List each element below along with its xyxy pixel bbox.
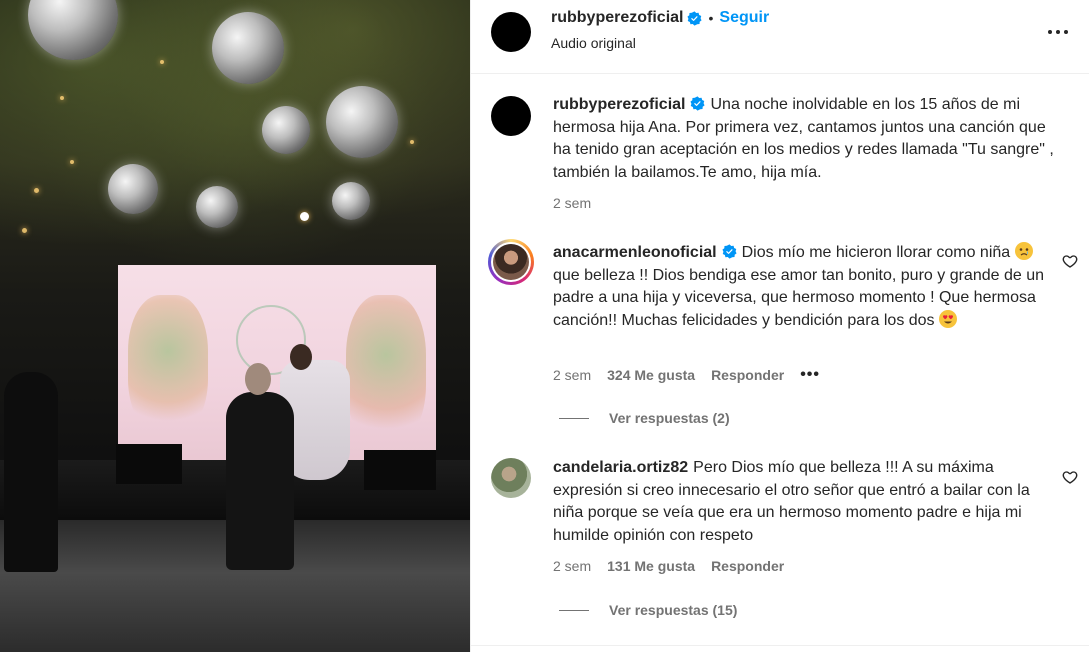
more-options-icon[interactable] bbox=[1046, 20, 1070, 44]
light bbox=[300, 212, 309, 221]
flower-decoration bbox=[346, 295, 426, 445]
father-head bbox=[245, 363, 271, 395]
light bbox=[22, 228, 27, 233]
speaker bbox=[364, 450, 436, 490]
comment-author[interactable]: anacarmenleonoficial bbox=[553, 244, 717, 261]
like-heart-icon[interactable] bbox=[1062, 253, 1078, 269]
like-heart-icon[interactable] bbox=[1062, 469, 1078, 485]
light bbox=[70, 160, 74, 164]
avatar-photo bbox=[493, 244, 529, 280]
view-replies-button[interactable]: Ver respuestas (15) bbox=[559, 602, 737, 618]
replies-line bbox=[559, 609, 589, 611]
light bbox=[160, 60, 164, 64]
comment-meta: 2 sem 324 Me gusta Responder ••• bbox=[553, 366, 836, 384]
comment-likes[interactable]: 324 Me gusta bbox=[607, 367, 695, 383]
comment-text: que belleza !! Dios bendiga ese amor tan… bbox=[553, 266, 1044, 329]
light bbox=[34, 188, 39, 193]
speaker bbox=[116, 444, 182, 484]
comment-body: anacarmenleonoficial Dios mío me hiciero… bbox=[553, 242, 1058, 332]
crying-face-icon bbox=[1014, 242, 1033, 260]
comment-time[interactable]: 2 sem bbox=[553, 558, 591, 574]
avatar[interactable] bbox=[491, 458, 531, 498]
avatar[interactable] bbox=[488, 239, 534, 285]
disco-ball bbox=[212, 12, 284, 84]
light bbox=[410, 140, 414, 144]
comment-time[interactable]: 2 sem bbox=[553, 367, 591, 383]
follow-button[interactable]: Seguir bbox=[719, 9, 769, 27]
verified-badge-icon bbox=[690, 96, 706, 111]
caption-meta: 2 sem bbox=[553, 195, 607, 211]
flower-decoration bbox=[128, 295, 208, 435]
verified-badge-icon bbox=[722, 244, 737, 259]
disco-ball bbox=[108, 164, 158, 214]
author-row: rubbyperezoficial • Seguir bbox=[551, 9, 769, 27]
quinceanera-head bbox=[290, 344, 312, 370]
caption-body: rubbyperezoficial Una noche inolvidable … bbox=[553, 94, 1058, 184]
view-replies-label: Ver respuestas (2) bbox=[609, 410, 730, 426]
light bbox=[60, 96, 64, 100]
father bbox=[226, 392, 294, 570]
heart-eyes-face-icon bbox=[939, 309, 958, 328]
author-username[interactable]: rubbyperezoficial bbox=[551, 9, 683, 27]
panel-bottom-divider bbox=[471, 645, 1089, 646]
caption-author[interactable]: rubbyperezoficial bbox=[553, 96, 685, 113]
post-header: rubbyperezoficial • Seguir Audio origina… bbox=[471, 0, 1089, 74]
guest-silhouette bbox=[4, 372, 58, 572]
caption-time[interactable]: 2 sem bbox=[553, 195, 591, 211]
reply-button[interactable]: Responder bbox=[711, 558, 784, 574]
comment-likes[interactable]: 131 Me gusta bbox=[607, 558, 695, 574]
reply-button[interactable]: Responder bbox=[711, 367, 784, 383]
view-replies-button[interactable]: Ver respuestas (2) bbox=[559, 410, 730, 426]
view-replies-label: Ver respuestas (15) bbox=[609, 602, 738, 618]
comment-author[interactable]: candelaria.ortiz82 bbox=[553, 459, 688, 476]
comment-text: Dios mío me hicieron llorar como niña bbox=[741, 244, 1011, 261]
post-details-panel: rubbyperezoficial • Seguir Audio origina… bbox=[470, 0, 1089, 652]
comment-options-icon[interactable]: ••• bbox=[800, 366, 820, 384]
disco-ball bbox=[326, 86, 398, 158]
disco-ball bbox=[196, 186, 238, 228]
separator-dot: • bbox=[708, 10, 714, 26]
comment-body: candelaria.ortiz82 Pero Dios mío que bell… bbox=[553, 457, 1058, 547]
avatar[interactable] bbox=[491, 96, 531, 136]
verified-badge-icon bbox=[687, 10, 703, 26]
replies-line bbox=[559, 417, 589, 419]
post-video[interactable] bbox=[0, 0, 470, 652]
comment-meta: 2 sem 131 Me gusta Responder bbox=[553, 558, 800, 574]
audio-link[interactable]: Audio original bbox=[551, 35, 636, 51]
disco-ball bbox=[332, 182, 370, 220]
avatar[interactable] bbox=[491, 12, 531, 52]
disco-ball bbox=[262, 106, 310, 154]
